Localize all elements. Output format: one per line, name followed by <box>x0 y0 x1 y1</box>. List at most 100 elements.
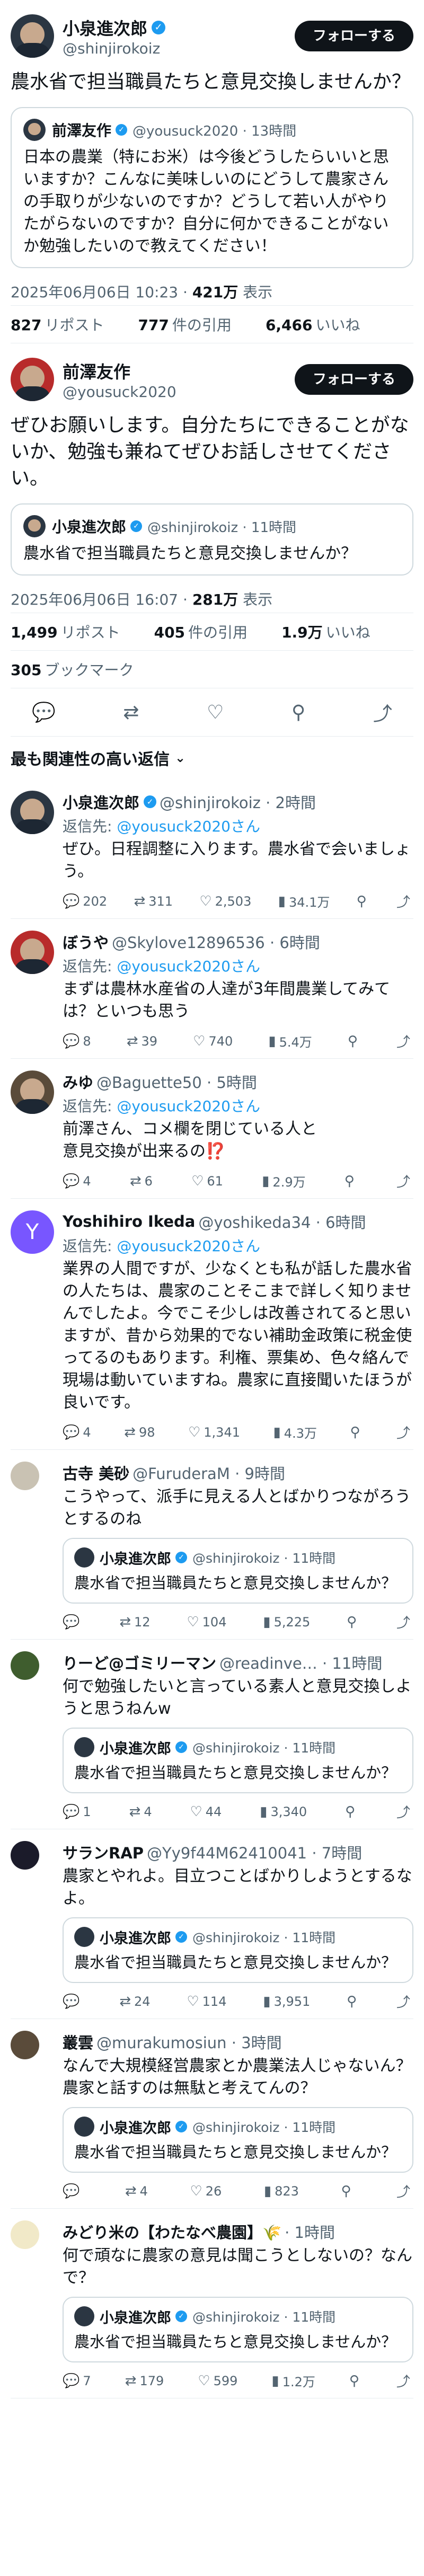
avatar[interactable] <box>11 358 54 401</box>
avatar[interactable]: Y <box>11 1210 54 1254</box>
reply-author-handle[interactable]: @murakumosiun · 3時間 <box>96 2031 282 2053</box>
repost-count[interactable]: 1,499 リポスト <box>11 621 137 642</box>
bookmark-button[interactable]: ⚲ <box>341 2183 354 2199</box>
reply-to-link[interactable]: @yousuck2020さん <box>117 1237 260 1255</box>
repost-button[interactable]: ⇄ 4 <box>129 1804 152 1820</box>
reply-button[interactable]: 💬 <box>63 1614 83 1630</box>
views-button[interactable]: ▮ 4.3万 <box>273 1423 316 1441</box>
quoted-post[interactable]: 小泉進次郎 ✓ @shinjirokoiz · 11時間 農水省で担当職員たちと… <box>63 2297 413 2362</box>
like-count[interactable]: 6,466 いいね <box>266 314 377 335</box>
like-button[interactable]: ♡ 104 <box>187 1614 226 1630</box>
reply-button[interactable]: 💬 1 <box>63 1804 91 1820</box>
quote-reply-item[interactable]: りーど@ゴミリーマン @readinve… · 11時間 何で勉強したいと言って… <box>11 1640 413 1829</box>
reply-author-name[interactable]: 古寺 美砂 <box>63 1462 129 1484</box>
share-button[interactable]: ⤴ <box>396 891 413 911</box>
reply-author-name[interactable]: Yoshihiro Ikeda <box>63 1212 195 1231</box>
quoted-post[interactable]: 小泉進次郎 ✓ @shinjirokoiz · 11時間 農水省で担当職員たちと… <box>63 1728 413 1793</box>
bookmark-button[interactable]: ⚲ <box>345 1804 358 1820</box>
repost-icon[interactable]: ⇄ <box>123 702 139 723</box>
repost-button[interactable]: ⇄ 4 <box>125 2183 148 2199</box>
quote-reply-item[interactable]: みどり米の【わたなべ農園】🌾 · 1時間 何で頑なに農家の意見は聞こうとしないの… <box>11 2209 413 2398</box>
reply-button[interactable]: 💬 4 <box>63 1424 91 1440</box>
views-button[interactable]: ▮ 34.1万 <box>278 892 330 910</box>
like-button[interactable]: ♡ 1,341 <box>188 1424 240 1440</box>
views-button[interactable]: ▮ 3,340 <box>260 1804 307 1820</box>
share-button[interactable]: ⤴ <box>396 2181 413 2201</box>
like-button[interactable]: ♡ 26 <box>190 2183 222 2199</box>
quoted-post[interactable]: 小泉進次郎 ✓ @shinjirokoiz · 11時間 農水省で担当職員たちと… <box>63 1917 413 1983</box>
quoted-post[interactable]: 前澤友作 ✓ @yousuck2020 · 13時間 日本の農業（特にお米）は今… <box>11 107 413 268</box>
quote-count[interactable]: 777 件の引用 <box>138 314 248 335</box>
share-button[interactable]: ⤴ <box>396 2371 413 2391</box>
share-button[interactable]: ⤴ <box>396 1991 413 2011</box>
reply-button[interactable]: 💬 <box>63 1994 83 2010</box>
reply-author-handle[interactable]: @Skylove12896536 · 6時間 <box>112 931 320 953</box>
follow-button[interactable]: フォローする <box>294 364 413 395</box>
repost-button[interactable]: ⇄ 179 <box>125 2373 164 2389</box>
reply-author-handle[interactable]: @shinjirokoiz · 2時間 <box>160 791 316 813</box>
views-button[interactable]: ▮ 1.2万 <box>271 2371 315 2390</box>
like-icon[interactable]: ♡ <box>207 702 224 723</box>
repost-button[interactable]: ⇄ 12 <box>119 1614 150 1630</box>
views-button[interactable]: ▮ 2.9万 <box>262 1172 305 1190</box>
views-button[interactable]: ▮ 5.4万 <box>268 1032 312 1050</box>
reply-to-link[interactable]: @yousuck2020さん <box>117 818 260 835</box>
avatar[interactable] <box>11 14 54 58</box>
author-name[interactable]: 前澤友作 <box>63 359 130 383</box>
reply-item[interactable]: Y Yoshihiro Ikeda @yoshikeda34 · 6時間 返信先… <box>11 1199 413 1450</box>
quote-count[interactable]: 405 件の引用 <box>154 621 264 642</box>
reply-author-name[interactable]: ぼうや <box>63 931 109 953</box>
share-button[interactable]: ⤴ <box>396 1802 413 1821</box>
like-button[interactable]: ♡ 599 <box>198 2373 237 2389</box>
reply-author-handle[interactable]: @Yy9f44M62410041 · 7時間 <box>147 1841 362 1863</box>
share-button[interactable]: ⤴ <box>396 1171 413 1191</box>
quote-reply-item[interactable]: サランRAP @Yy9f44M62410041 · 7時間 農家とやれよ。目立つ… <box>11 1829 413 2019</box>
reply-sort-selector[interactable]: 最も関連性の高い返信 ⌄ <box>11 737 413 779</box>
quoted-post[interactable]: 小泉進次郎 ✓ @shinjirokoiz · 11時間 農水省で担当職員たちと… <box>63 2107 413 2173</box>
reply-author-name[interactable]: みどり米の【わたなべ農園】🌾 <box>63 2220 281 2243</box>
like-button[interactable]: ♡ 61 <box>191 1173 223 1189</box>
repost-button[interactable]: ⇄ 98 <box>124 1424 155 1440</box>
views-button[interactable]: ▮ 3,951 <box>263 1994 310 2010</box>
avatar[interactable] <box>11 2220 39 2249</box>
reply-author-handle[interactable]: @yoshikeda34 · 6時間 <box>198 1210 366 1233</box>
like-count[interactable]: 1.9万 いいね <box>281 621 387 642</box>
views-button[interactable]: ▮ 823 <box>264 2183 299 2199</box>
reply-author-name[interactable]: 小泉進次郎 <box>63 791 139 813</box>
repost-button[interactable]: ⇄ 24 <box>119 1994 150 2010</box>
share-button[interactable]: ⤴ <box>396 1612 413 1632</box>
avatar[interactable] <box>11 931 54 974</box>
avatar[interactable] <box>11 1841 39 1870</box>
reply-author-name[interactable]: 叢雲 <box>63 2031 93 2053</box>
avatar[interactable] <box>11 2031 39 2059</box>
reply-to-link[interactable]: @yousuck2020さん <box>117 958 260 975</box>
bookmark-icon[interactable]: ⚲ <box>292 702 305 723</box>
reply-author-handle[interactable]: @readinve… · 11時間 <box>219 1651 382 1674</box>
bookmark-button[interactable]: ⚲ <box>348 1033 361 1049</box>
reply-item[interactable]: みゆ @Baguette50 · 5時間 返信先: @yousuck2020さん… <box>11 1059 413 1199</box>
reply-button[interactable]: 💬 <box>63 2183 83 2199</box>
bookmark-count[interactable]: 305 ブックマーク <box>11 659 151 680</box>
author-handle[interactable]: @shinjirokoiz <box>63 40 295 57</box>
like-button[interactable]: ♡ 44 <box>190 1804 222 1820</box>
author-handle[interactable]: @yousuck2020 <box>63 383 295 401</box>
repost-count[interactable]: 827 リポスト <box>11 314 121 335</box>
quoted-post[interactable]: 小泉進次郎 ✓ @shinjirokoiz · 11時間 農水省で担当職員たちと… <box>11 503 413 576</box>
bookmark-button[interactable]: ⚲ <box>347 1614 360 1630</box>
bookmark-button[interactable]: ⚲ <box>344 1173 358 1189</box>
like-button[interactable]: ♡ 740 <box>193 1033 233 1049</box>
reply-icon[interactable]: 💬 <box>32 701 56 723</box>
repost-button[interactable]: ⇄ 39 <box>127 1033 157 1049</box>
reply-author-handle[interactable]: @Baguette50 · 5時間 <box>96 1070 257 1093</box>
reply-author-handle[interactable]: @FuruderaM · 9時間 <box>132 1462 285 1484</box>
avatar[interactable] <box>11 1070 54 1114</box>
reply-button[interactable]: 💬 202 <box>63 893 107 909</box>
reply-author-name[interactable]: みゆ <box>63 1070 93 1093</box>
avatar[interactable] <box>11 1651 39 1680</box>
reply-author-name[interactable]: りーど@ゴミリーマン <box>63 1651 216 1674</box>
reply-to-link[interactable]: @yousuck2020さん <box>117 1097 260 1115</box>
repost-button[interactable]: ⇄ 311 <box>134 893 173 909</box>
reply-item[interactable]: ぼうや @Skylove12896536 · 6時間 返信先: @yousuck… <box>11 919 413 1059</box>
views-button[interactable]: ▮ 5,225 <box>263 1614 310 1630</box>
reply-author-handle[interactable]: · 1時間 <box>285 2220 335 2243</box>
